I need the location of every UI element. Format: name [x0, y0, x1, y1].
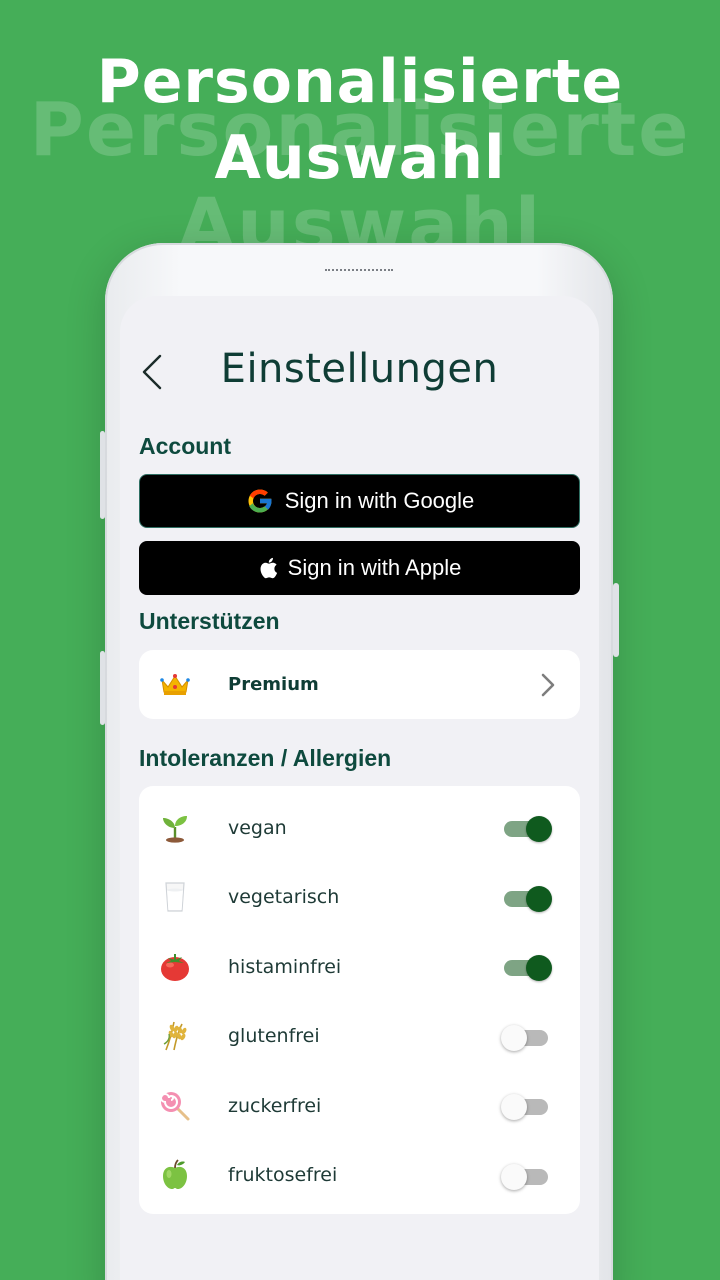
list-item-fruktosefrei: fruktosefrei: [139, 1141, 580, 1211]
phone-speaker: [325, 269, 393, 273]
phone-side-button: [613, 583, 619, 657]
tomato-icon: [159, 951, 191, 983]
premium-label: Premium: [228, 674, 319, 696]
glutenfrei-toggle[interactable]: [501, 1023, 550, 1051]
list-item-label: histaminfrei: [228, 955, 342, 978]
vegan-toggle[interactable]: [504, 814, 552, 842]
support-section-label: Unterstützen: [139, 608, 280, 634]
toggle-knob: [526, 955, 552, 981]
vegetarisch-toggle[interactable]: [504, 884, 552, 912]
account-section-label: Account: [139, 433, 231, 459]
phone-side-button: [100, 651, 105, 725]
headline-line1: Personalisierte: [96, 47, 624, 117]
premium-row[interactable]: Premium: [139, 650, 580, 720]
toggle-knob: [501, 1094, 527, 1120]
list-item-label: vegan: [228, 816, 287, 839]
nav-bar: Einstellungen: [120, 336, 599, 406]
green-apple-icon: [159, 1159, 191, 1191]
list-item-glutenfrei: glutenfrei: [139, 1002, 580, 1072]
lollipop-icon: [159, 1090, 191, 1122]
list-item-vegetarisch: vegetarisch: [139, 863, 580, 933]
apple-icon: [258, 556, 278, 580]
list-item-zuckerfrei: zuckerfrei: [139, 1071, 580, 1141]
histaminfrei-toggle[interactable]: [504, 953, 552, 981]
premium-card[interactable]: Premium: [139, 650, 580, 719]
list-item-histaminfrei: histaminfrei: [139, 932, 580, 1002]
headline: Personalisierte Auswahl: [0, 44, 720, 196]
apple-signin-label: Sign in with Apple: [287, 555, 462, 580]
phone-frame: Einstellungen Account Sign in with Googl…: [100, 243, 619, 1280]
phone-side-button: [100, 431, 105, 519]
apple-signin-button[interactable]: Sign in with Apple: [139, 541, 580, 595]
google-signin-label: Sign in with Google: [284, 488, 475, 513]
app-screen: Einstellungen Account Sign in with Googl…: [120, 296, 599, 1280]
intolerances-card: vegan vegetarisch histaminfrei glutenfre…: [139, 786, 580, 1214]
list-item-vegan: vegan: [139, 793, 580, 863]
chevron-right-icon[interactable]: [540, 672, 556, 698]
crown-icon: [159, 669, 191, 701]
google-signin-button[interactable]: Sign in with Google: [139, 474, 580, 528]
toggle-knob: [526, 885, 552, 912]
google-icon: [245, 486, 275, 516]
toggle-knob: [501, 1024, 527, 1051]
page-title: Einstellungen: [220, 346, 499, 392]
list-item-label: fruktosefrei: [228, 1164, 338, 1187]
milk-glass-icon: [159, 881, 191, 913]
intolerances-section-label: Intoleranzen / Allergien: [139, 745, 392, 771]
wheat-icon: [159, 1020, 191, 1052]
seedling-icon: [159, 812, 191, 844]
toggle-knob: [501, 1163, 527, 1190]
toggle-knob: [526, 816, 552, 842]
list-item-label: zuckerfrei: [228, 1094, 322, 1117]
list-item-label: vegetarisch: [228, 886, 340, 909]
list-item-label: glutenfrei: [228, 1025, 320, 1048]
fruktosefrei-toggle[interactable]: [501, 1162, 550, 1190]
zuckerfrei-toggle[interactable]: [501, 1092, 550, 1120]
headline-line2: Auswahl: [214, 123, 506, 193]
